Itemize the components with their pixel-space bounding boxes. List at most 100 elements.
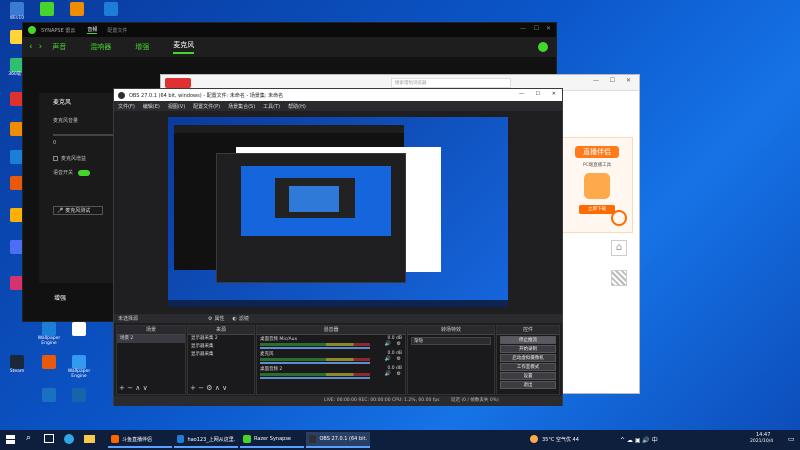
mic-boost-checkbox[interactable] (53, 156, 58, 161)
gear-icon[interactable]: ⚙ (208, 316, 212, 322)
transitions-dock: 转场特效 渐隐 (407, 325, 495, 395)
weather-text[interactable]: 35°C 空气优 44 (542, 436, 579, 443)
desktop-icon[interactable]: Wallpaper Engine (34, 322, 64, 347)
obs-menu-item[interactable]: 编辑(E) (143, 103, 160, 110)
weather-icon[interactable] (530, 435, 538, 443)
source-item[interactable]: 显示器采集 (188, 351, 254, 359)
desktop-icon[interactable] (62, 2, 92, 17)
notification-icon[interactable]: ▭ (788, 435, 795, 443)
transition-select[interactable]: 渐隐 (411, 337, 491, 345)
remove-icon[interactable]: − (198, 384, 204, 392)
synapse-tab-audio[interactable]: 音频 (87, 26, 98, 34)
explorer-icon[interactable] (84, 435, 95, 443)
add-icon[interactable]: + (190, 384, 196, 392)
nav-tab-enhance[interactable]: 增强 (135, 42, 149, 52)
gear-icon[interactable]: ⚙ (397, 356, 401, 362)
maximize-icon[interactable]: ☐ (534, 25, 539, 32)
nav-tab-mic[interactable]: 麦克风 (173, 40, 195, 54)
obs-preview[interactable] (168, 117, 508, 307)
minimize-icon[interactable]: — (520, 25, 526, 32)
user-avatar-icon[interactable] (538, 42, 548, 52)
control-button[interactable]: 启动虚拟摄像机 (500, 354, 556, 362)
maximize-icon[interactable]: ☐ (536, 91, 540, 97)
close-icon[interactable]: ✕ (552, 91, 556, 97)
source-item[interactable]: 显示器采集 (188, 343, 254, 351)
filter-icon[interactable]: ◐ (233, 316, 237, 322)
obs-menu-item[interactable]: 场景集合(S) (228, 103, 255, 110)
speaker-icon[interactable]: 🔊 (385, 356, 391, 362)
nested-obs (216, 153, 406, 283)
tray-icons[interactable]: ^ ☁ ▣ 🔊 中 (620, 435, 658, 444)
source-item[interactable]: 显示器采集 2 (188, 335, 254, 343)
synapse-tab-profiles[interactable]: 配置文件 (107, 27, 127, 34)
desktop-icon[interactable] (64, 322, 94, 337)
back-icon[interactable]: ‹ (29, 42, 33, 52)
nav-tab-mixer[interactable]: 混响器 (90, 42, 111, 52)
qrcode-icon[interactable] (611, 270, 627, 286)
remove-icon[interactable]: − (127, 384, 133, 392)
taskbar-app[interactable]: 斗鱼直播伴侣 (108, 432, 172, 448)
obs-menu-item[interactable]: 工具(T) (263, 103, 280, 110)
desktop-icon[interactable]: Win10 (2, 2, 32, 22)
scene-item[interactable]: 场景 2 (117, 335, 185, 343)
control-button[interactable]: 设置 (500, 372, 556, 380)
obs-window[interactable]: OBS 27.0.1 (64 bit, windows) - 配置文件: 未命名… (113, 88, 563, 406)
up-icon[interactable]: ∧ (135, 384, 140, 392)
desktop-icon[interactable] (64, 388, 94, 403)
edge-icon[interactable] (64, 434, 74, 444)
close-icon[interactable]: ✕ (546, 25, 551, 32)
obs-menu-item[interactable]: 视图(V) (168, 103, 185, 110)
desktop-icon[interactable] (96, 2, 126, 17)
close-icon[interactable]: ✕ (626, 77, 631, 84)
down-icon[interactable]: ∨ (222, 384, 227, 392)
minimize-icon[interactable]: — (593, 77, 599, 84)
nav-tab-sound[interactable]: 声音 (52, 42, 66, 52)
taskbar-app[interactable]: Razer Synapse (240, 432, 304, 448)
minimize-icon[interactable]: — (519, 91, 524, 97)
voice-switch-toggle[interactable] (78, 169, 91, 176)
maximize-icon[interactable]: ☐ (610, 77, 615, 84)
mic-test-button[interactable]: 🎤 麦克风测试 (53, 206, 103, 215)
task-view-icon[interactable] (44, 434, 54, 443)
obs-titlebar: OBS 27.0.1 (64 bit, windows) - 配置文件: 未命名… (114, 89, 562, 101)
up-icon[interactable]: ∧ (215, 384, 220, 392)
clock-date[interactable]: 2021/10/4 (750, 439, 773, 444)
volume-slider[interactable] (260, 362, 370, 364)
search-input[interactable]: 搜索猎豹浏览器 (391, 78, 511, 88)
volume-slider[interactable] (260, 377, 370, 379)
properties-button[interactable]: 属性 (215, 315, 225, 322)
add-icon[interactable]: + (119, 384, 125, 392)
clock-time[interactable]: 14:47 (756, 432, 770, 438)
control-button[interactable]: 工作室模式 (500, 363, 556, 371)
obs-menu-item[interactable]: 帮助(H) (288, 103, 306, 110)
control-button[interactable]: 停止推流 (500, 336, 556, 344)
search-icon[interactable]: ⌕ (26, 433, 31, 443)
obs-menu-item[interactable]: 配置文件(P) (193, 103, 220, 110)
play-icon[interactable] (611, 210, 627, 226)
app-icon (177, 435, 185, 443)
desktop-icon[interactable] (34, 355, 64, 370)
desktop-icon[interactable]: Wallpaper Engine (64, 355, 94, 380)
filters-button[interactable]: 滤镜 (239, 315, 249, 322)
desktop-icon[interactable] (34, 388, 64, 403)
control-button[interactable]: 开始录制 (500, 345, 556, 353)
volume-slider[interactable] (260, 347, 370, 349)
speaker-icon[interactable]: 🔊 (385, 341, 391, 347)
obs-menu-item[interactable]: 文件(F) (118, 103, 135, 110)
mixer-channel-name: 桌面音频 2 (260, 367, 283, 372)
gear-icon[interactable]: ⚙ (397, 341, 401, 347)
desktop-icon[interactable]: Steam (2, 355, 32, 375)
taskbar-app[interactable]: OBS 27.0.1 (64 bit... (306, 432, 370, 448)
gear-icon[interactable]: ⚙ (397, 371, 401, 377)
taskbar-app[interactable]: hao123_上网从这里... (174, 432, 238, 448)
desktop-icon[interactable] (32, 2, 62, 17)
control-button[interactable]: 退出 (500, 381, 556, 389)
forward-icon[interactable]: › (39, 42, 43, 52)
mic-volume-slider[interactable] (53, 134, 113, 136)
gear-icon[interactable]: ⚙ (206, 384, 212, 392)
start-button[interactable] (6, 435, 15, 444)
speaker-icon[interactable]: 🔊 (385, 371, 391, 377)
down-icon[interactable]: ∨ (143, 384, 148, 392)
home-icon[interactable]: ⌂ (611, 240, 627, 256)
controls-dock: 控件 停止推流 开始录制 启动虚拟摄像机 工作室模式 设置 退出 (496, 325, 560, 395)
